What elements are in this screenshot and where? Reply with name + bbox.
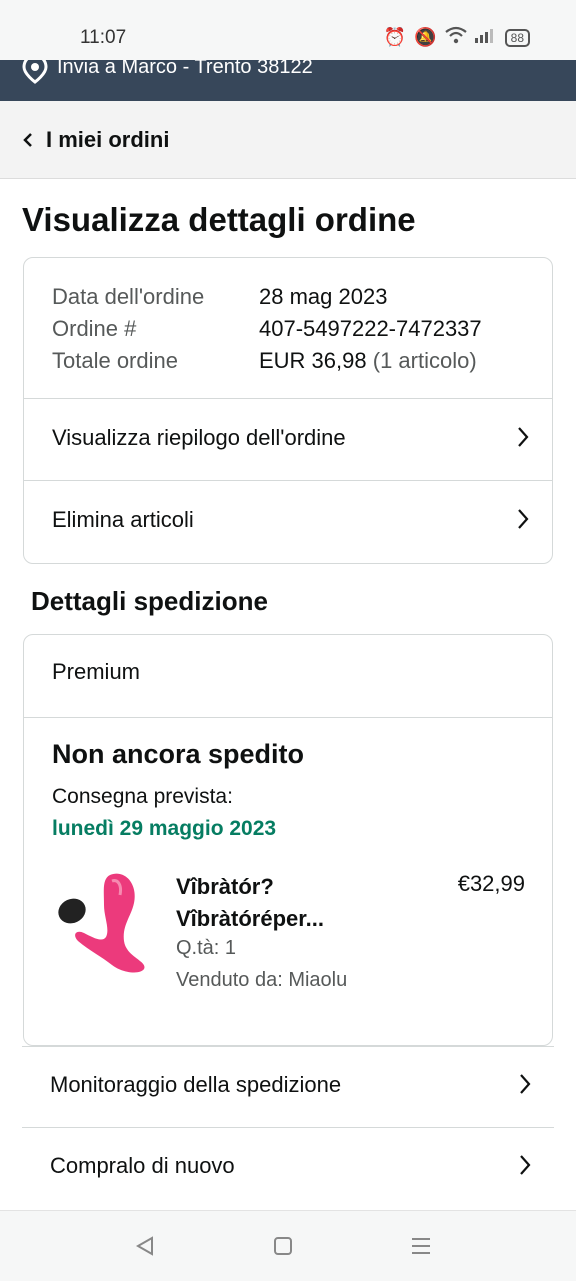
chevron-right-icon (518, 1153, 532, 1182)
status-time: 11:07 (80, 27, 127, 48)
chevron-right-icon (516, 507, 530, 536)
signal-icon (474, 27, 497, 48)
location-pin-icon (22, 60, 48, 89)
product-name[interactable]: Vîbràtór? Vîbràtóréper... (176, 871, 426, 935)
track-shipment-label: Monitoraggio della spedizione (50, 1072, 342, 1097)
buy-again-label: Compralo di nuovo (50, 1153, 235, 1178)
order-number-value: 407-5497222-7472337 (259, 316, 482, 341)
view-order-summary-link[interactable]: Visualizza riepilogo dell'ordine (24, 399, 552, 480)
order-date-label: Data dell'ordine (52, 284, 205, 309)
product-name-line-1: Vîbràtór? (176, 874, 274, 899)
page-title: Visualizza dettagli ordine (22, 201, 416, 238)
nav-home-icon[interactable] (272, 1235, 294, 1262)
system-nav-bar (0, 1210, 576, 1281)
chevron-right-icon (518, 1072, 532, 1101)
product-name-line-2: Vîbràtóréper... (176, 906, 324, 931)
order-total-label: Totale ordine (52, 348, 178, 373)
order-total-items: (1 articolo) (372, 348, 477, 373)
shipping-method: Premium (52, 659, 141, 684)
product-seller: Venduto da: Miaolu (176, 969, 348, 991)
chevron-right-icon (516, 425, 530, 454)
nav-menu-icon[interactable] (410, 1235, 432, 1262)
order-total-amount: EUR 36,98 (259, 348, 367, 373)
product-quantity: Q.tà: 1 (176, 937, 237, 959)
order-date-value: 28 mag 2023 (259, 284, 388, 309)
order-summary-card: Data dell'ordine 28 mag 2023 Ordine # 40… (23, 257, 553, 564)
order-total-value: EUR 36,98 (1 articolo) (259, 348, 477, 374)
back-nav-label: I miei ordini (46, 127, 170, 152)
back-nav[interactable]: I miei ordini (0, 101, 576, 179)
mute-icon: 🔕 (414, 27, 437, 47)
wifi-icon (444, 26, 467, 49)
shipping-section-title: Dettagli spedizione (31, 586, 268, 616)
product-image[interactable] (52, 865, 152, 975)
order-number-label: Ordine # (52, 316, 137, 341)
alarm-icon: ⏰ (383, 27, 407, 47)
delivery-location-text: Invia a Marco - Trento 38122 (57, 60, 313, 78)
shipment-card: Premium Non ancora spedito Consegna prev… (23, 634, 553, 1046)
view-order-summary-label: Visualizza riepilogo dell'ordine (52, 425, 346, 450)
delivery-label: Consegna prevista: (52, 785, 233, 808)
status-bar: 11:07 ⏰ 🔕 88 (0, 0, 576, 60)
status-icons: ⏰ 🔕 88 (384, 26, 530, 49)
delete-items-label: Elimina articoli (52, 507, 194, 532)
battery-icon: 88 (504, 28, 530, 47)
delete-items-link[interactable]: Elimina articoli (24, 481, 552, 562)
delivery-date: lunedì 29 maggio 2023 (52, 817, 277, 840)
nav-back-icon[interactable] (134, 1235, 156, 1262)
shipment-status: Non ancora spedito (52, 739, 305, 769)
chevron-left-icon (22, 131, 34, 154)
track-shipment-link[interactable]: Monitoraggio della spedizione (22, 1047, 554, 1127)
divider (24, 717, 552, 718)
product-price: €32,99 (457, 871, 525, 896)
delivery-location-bar[interactable]: Invia a Marco - Trento 38122 (0, 60, 576, 101)
buy-again-link[interactable]: Compralo di nuovo (22, 1128, 554, 1208)
